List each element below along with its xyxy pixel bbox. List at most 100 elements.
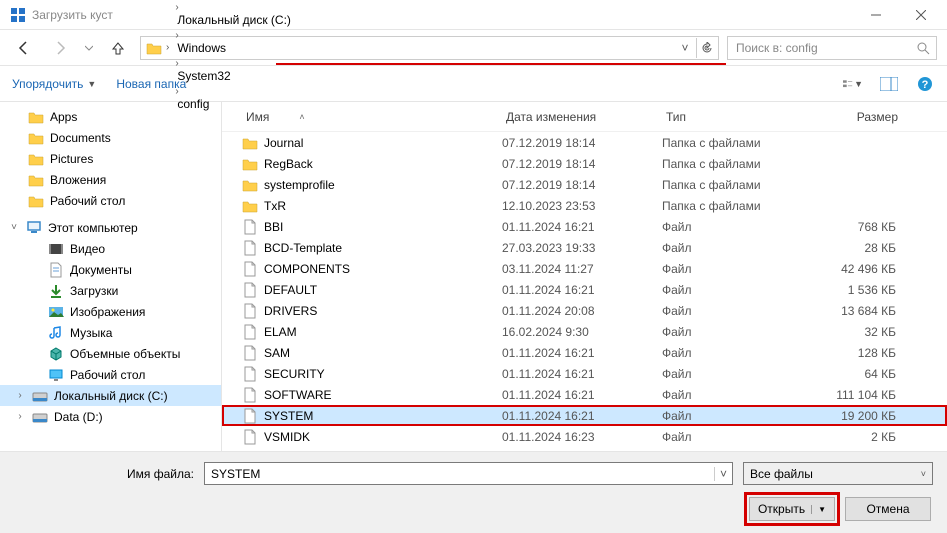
sidebar-this-pc[interactable]: ˅ Этот компьютер (0, 217, 221, 238)
file-row[interactable]: SYSTEM01.11.2024 16:21Файл19 200 КБ (222, 405, 947, 426)
app-icon (10, 7, 26, 23)
sidebar-item[interactable]: Рабочий стол (0, 364, 221, 385)
file-row[interactable]: DEFAULT01.11.2024 16:21Файл1 536 КБ (222, 279, 947, 300)
sidebar-item[interactable]: Документы (0, 259, 221, 280)
close-button[interactable] (898, 0, 943, 29)
back-button[interactable] (10, 34, 38, 62)
filename-dropdown[interactable]: ˅ (714, 467, 732, 481)
svg-text:?: ? (922, 79, 929, 91)
sidebar-item[interactable]: Объемные объекты (0, 343, 221, 364)
minimize-button[interactable] (853, 0, 898, 29)
sidebar-item[interactable]: Documents (0, 127, 221, 148)
col-date[interactable]: Дата изменения (502, 110, 662, 124)
filename-input-wrap[interactable]: ˅ (204, 462, 733, 485)
col-name[interactable]: Имя (246, 110, 269, 124)
sidebar-item[interactable]: Видео (0, 238, 221, 259)
help-button[interactable]: ? (915, 74, 935, 94)
sidebar-item[interactable]: › Data (D:) (0, 406, 221, 427)
refresh-button[interactable] (696, 38, 716, 58)
organize-menu[interactable]: Упорядочить ▼ (12, 77, 96, 91)
file-date: 01.11.2024 16:21 (502, 409, 662, 423)
sidebar-item-label: Рабочий стол (50, 194, 125, 208)
cancel-button[interactable]: Отмена (845, 497, 931, 521)
file-type: Папка с файлами (662, 178, 802, 192)
search-icon (916, 41, 930, 55)
forward-button[interactable] (46, 34, 74, 62)
sidebar-item-label: Рабочий стол (70, 368, 145, 382)
file-row[interactable]: TxR12.10.2023 23:53Папка с файлами (222, 195, 947, 216)
folder-icon (146, 40, 162, 56)
chevron-right-icon: › (173, 86, 180, 97)
sidebar-item[interactable]: Загрузки (0, 280, 221, 301)
file-name: TxR (264, 199, 286, 213)
file-row[interactable]: SECURITY01.11.2024 16:21Файл64 КБ (222, 363, 947, 384)
file-date: 07.12.2019 18:14 (502, 136, 662, 150)
file-row[interactable]: Journal07.12.2019 18:14Папка с файлами (222, 132, 947, 153)
search-box[interactable] (727, 36, 937, 60)
column-header[interactable]: Имя ˄ Дата изменения Тип Размер (222, 102, 947, 132)
view-options-button[interactable]: ▼ (843, 74, 863, 94)
filetype-select[interactable]: Все файлы ˅ (743, 462, 933, 485)
file-row[interactable]: VSMIDK01.11.2024 16:23Файл2 КБ (222, 426, 947, 447)
file-name: VSMIDK (264, 430, 310, 444)
sidebar-item[interactable]: Pictures (0, 148, 221, 169)
file-list: Имя ˄ Дата изменения Тип Размер Journal07… (222, 102, 947, 452)
sidebar-item[interactable]: Музыка (0, 322, 221, 343)
file-size: 768 КБ (802, 220, 902, 234)
breadcrumb-part[interactable]: Windows (173, 41, 295, 55)
sidebar-item-label: Объемные объекты (70, 347, 180, 361)
file-type: Папка с файлами (662, 157, 802, 171)
filename-input[interactable] (205, 467, 714, 481)
file-name: DRIVERS (264, 304, 317, 318)
up-button[interactable] (104, 34, 132, 62)
file-row[interactable]: BBI01.11.2024 16:21Файл768 КБ (222, 216, 947, 237)
sidebar-item-label: Pictures (50, 152, 93, 166)
preview-pane-button[interactable] (879, 74, 899, 94)
open-button[interactable]: Открыть ▼ (749, 497, 835, 521)
expand-icon[interactable]: ˅ (8, 222, 20, 233)
sidebar-item[interactable]: ›Локальный диск (C:) (0, 385, 221, 406)
expand-icon[interactable]: › (14, 411, 26, 422)
col-size[interactable]: Размер (802, 110, 902, 124)
chevron-right-icon: › (164, 42, 171, 53)
file-size: 19 200 КБ (802, 409, 902, 423)
sidebar-item[interactable]: Рабочий стол (0, 190, 221, 211)
breadcrumb-part[interactable]: Локальный диск (C:) (173, 13, 295, 27)
file-date: 01.11.2024 16:21 (502, 220, 662, 234)
sort-caret-icon: ˄ (299, 112, 304, 122)
sidebar-item[interactable]: Изображения (0, 301, 221, 322)
file-name: SOFTWARE (264, 388, 332, 402)
recent-dropdown[interactable] (82, 34, 96, 62)
file-row[interactable]: systemprofile07.12.2019 18:14Папка с фай… (222, 174, 947, 195)
sidebar-item-label: Загрузки (70, 284, 118, 298)
file-name: DEFAULT (264, 283, 317, 297)
file-size: 64 КБ (802, 367, 902, 381)
file-row[interactable]: SOFTWARE01.11.2024 16:21Файл111 104 КБ (222, 384, 947, 405)
breadcrumb-part[interactable]: System32 (173, 69, 295, 83)
sidebar: AppsDocumentsPicturesВложенияРабочий сто… (0, 102, 222, 452)
sidebar-item[interactable]: Вложения (0, 169, 221, 190)
search-input[interactable] (734, 40, 916, 56)
file-type: Файл (662, 325, 802, 339)
file-row[interactable]: ELAM16.02.2024 9:30Файл32 КБ (222, 321, 947, 342)
col-type[interactable]: Тип (662, 110, 802, 124)
file-type: Файл (662, 241, 802, 255)
file-date: 01.11.2024 16:21 (502, 388, 662, 402)
file-row[interactable]: RegBack07.12.2019 18:14Папка с файлами (222, 153, 947, 174)
file-name: SECURITY (264, 367, 325, 381)
window-title: Загрузить куст (32, 8, 113, 22)
address-dropdown[interactable]: ˅ (676, 41, 694, 55)
file-row[interactable]: SAM01.11.2024 16:21Файл128 КБ (222, 342, 947, 363)
file-size: 2 КБ (802, 430, 902, 444)
file-type: Файл (662, 220, 802, 234)
chevron-right-icon: › (173, 2, 180, 13)
address-bar[interactable]: › Этот компьютер›Локальный диск (C:)›Win… (140, 36, 719, 60)
expand-icon[interactable]: › (14, 390, 26, 401)
file-row[interactable]: BCD-Template27.03.2023 19:33Файл28 КБ (222, 237, 947, 258)
file-row[interactable]: DRIVERS01.11.2024 20:08Файл13 684 КБ (222, 300, 947, 321)
file-size: 28 КБ (802, 241, 902, 255)
file-row[interactable]: COMPONENTS03.11.2024 11:27Файл42 496 КБ (222, 258, 947, 279)
navbar: › Этот компьютер›Локальный диск (C:)›Win… (0, 30, 947, 66)
sidebar-item-label: Этот компьютер (48, 221, 138, 235)
sidebar-item-label: Data (D:) (54, 410, 103, 424)
